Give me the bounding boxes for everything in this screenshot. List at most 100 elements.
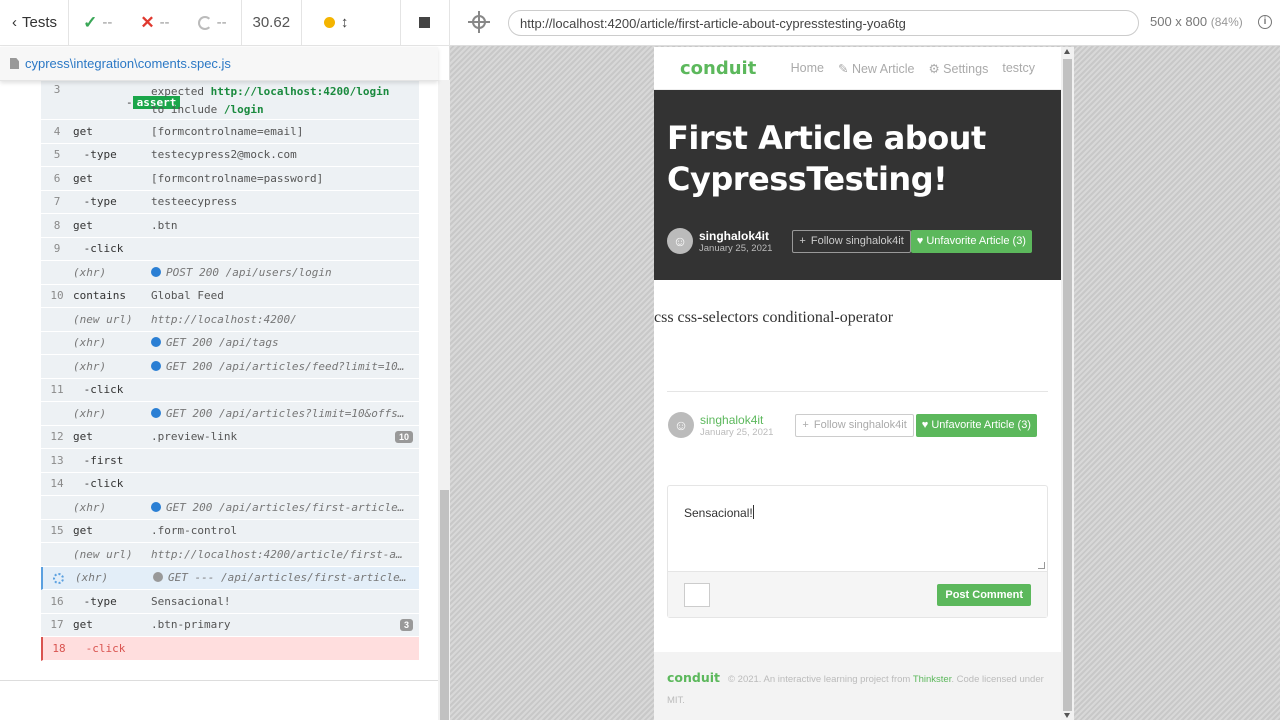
command-row[interactable]: (xhr) GET 200 /api/tags (41, 331, 419, 355)
app-scrollbar[interactable] (1061, 47, 1074, 720)
command-number: 8 (53, 218, 61, 232)
command-name: (xhr) (73, 265, 107, 279)
command-message: http://localhost:4200/article/first-ar… (151, 548, 419, 561)
command-row[interactable]: 6 get [formcontrolname=password] (41, 167, 419, 191)
unfavorite-button[interactable]: ♥ Unfavorite Article (3) (910, 229, 1032, 253)
follow-button[interactable]: + Follow singhalok4it (792, 229, 911, 253)
plus-icon: + (799, 235, 806, 247)
thinkster-link[interactable]: Thinkster (913, 674, 952, 685)
tests-button[interactable]: ‹ Tests (0, 0, 70, 46)
passed-count: -- (102, 14, 113, 31)
command-number: 6 (53, 171, 61, 185)
scroll-down-icon[interactable] (1064, 713, 1070, 718)
command-name: (new url) (73, 312, 133, 326)
post-comment-button[interactable]: Post Comment (937, 583, 1031, 606)
command-name: get (73, 171, 93, 185)
command-message: .form-control (151, 524, 419, 537)
aut-header: http://localhost:4200/article/first-arti… (450, 0, 1280, 46)
command-message-text: testeecypress (151, 195, 238, 209)
assert-pre: expected (151, 85, 211, 98)
command-row[interactable]: (xhr) GET 200 /api/articles/feed?limit=10… (41, 355, 419, 379)
command-message-text: http://localhost:4200/ (151, 312, 297, 326)
heart-icon: ♥ (916, 235, 924, 247)
command-row[interactable]: (xhr) GET 200 /api/articles/first-article… (41, 496, 419, 520)
spec-path[interactable]: cypress\integration\coments.spec.js (25, 56, 231, 71)
assert-mid: to include (151, 103, 224, 116)
auto-scroll-icon[interactable]: ↕ (341, 14, 349, 31)
follow-button[interactable]: + Follow singhalok4it (795, 413, 914, 437)
command-row[interactable]: (new url) http://localhost:4200/ (41, 308, 419, 332)
avatar[interactable]: ☺ (668, 412, 694, 438)
author-link[interactable]: singhalok4it (700, 413, 773, 427)
pending-count: -- (216, 14, 227, 31)
command-message-text: GET 200 /api/articles/feed?limit=10&… (166, 359, 412, 373)
command-row[interactable]: 10 contains Global Feed (41, 284, 419, 308)
command-row[interactable]: 7 -type testeecypress (41, 190, 419, 214)
running-indicator-icon (323, 17, 335, 28)
nav-user[interactable]: testcy (1002, 61, 1035, 75)
command-message-text: GET 200 /api/articles?limit=10&offse… (166, 406, 412, 420)
author-info: singhalok4it January 25, 2021 (699, 229, 772, 254)
command-row[interactable]: (xhr) POST 200 /api/users/login (41, 261, 419, 285)
command-row[interactable]: 16 -type Sensacional! (41, 590, 419, 614)
command-row[interactable]: (xhr) GET 200 /api/articles?limit=10&offs… (41, 402, 419, 426)
comment-textarea[interactable]: Sensacional! (668, 486, 1047, 572)
command-row[interactable]: 9 -click (41, 237, 419, 261)
command-name: -click (77, 383, 124, 397)
command-number: 17 (50, 618, 64, 632)
user-avatar-image (684, 582, 710, 607)
command-name: (xhr) (73, 336, 107, 350)
command-row[interactable]: (new url) http://localhost:4200/article/f… (41, 543, 419, 567)
command-message-text: .btn (151, 218, 178, 232)
nav-settings[interactable]: ⚙ Settings (928, 61, 988, 76)
command-message-text: .form-control (151, 524, 238, 538)
command-row[interactable]: 5 -type testecypress2@mock.com (41, 143, 419, 167)
command-row[interactable]: 15 get .form-control (41, 519, 419, 543)
url-display[interactable]: http://localhost:4200/article/first-arti… (508, 10, 1139, 36)
article-date: January 25, 2021 (699, 242, 773, 254)
info-icon[interactable]: i (1258, 15, 1272, 29)
failed-count: -- (159, 14, 170, 31)
command-row[interactable]: 14 -click (41, 472, 419, 496)
avatar[interactable]: ☺ (667, 228, 693, 254)
resize-handle[interactable] (1038, 562, 1045, 569)
command-row[interactable]: 18 -click (41, 637, 419, 661)
author-link[interactable]: singhalok4it (699, 229, 772, 243)
auto-scroll-controls[interactable]: ↕ (302, 0, 401, 46)
command-row[interactable]: 8 get .btn (41, 214, 419, 238)
stop-icon (419, 17, 431, 28)
command-row[interactable]: 13 -first (41, 449, 419, 473)
brand-logo[interactable]: conduit (680, 58, 756, 79)
command-number: 5 (53, 148, 61, 162)
command-row[interactable]: 11 -click (41, 378, 419, 402)
selector-playground-icon[interactable] (468, 11, 490, 33)
plus-icon: + (802, 419, 809, 431)
unfavorite-label: Unfavorite Article (3) (931, 419, 1031, 431)
xhr-status-icon (153, 572, 163, 583)
stop-button[interactable] (401, 0, 451, 46)
command-number: 18 (52, 641, 66, 655)
command-row[interactable]: 12 get .preview-link 10 (41, 425, 419, 449)
command-message-text: Global Feed (151, 289, 224, 303)
spec-file-bar[interactable]: cypress\integration\coments.spec.js (0, 47, 438, 81)
unfavorite-button[interactable]: ♥ Unfavorite Article (3) (915, 413, 1037, 437)
command-message: POST 200 /api/users/login (151, 266, 419, 279)
reporter-scroll-thumb[interactable] (440, 490, 449, 720)
comment-text: Sensacional! (684, 506, 753, 520)
command-row[interactable]: (xhr) GET --- /api/articles/first-article… (41, 566, 419, 590)
nav-new-article[interactable]: ✎ New Article (838, 61, 915, 76)
footer-logo[interactable]: conduit (667, 670, 720, 685)
app-scroll-thumb[interactable] (1063, 59, 1072, 711)
command-row-assert[interactable]: 3 - assert expected http://localhost:4200… (41, 80, 419, 120)
viewport-scale: (84%) (1210, 15, 1243, 29)
command-row[interactable]: 4 get [formcontrolname=email] (41, 120, 419, 144)
nav-home[interactable]: Home (791, 61, 824, 75)
command-row[interactable]: 17 get .btn-primary 3 (41, 613, 419, 637)
scroll-up-icon[interactable] (1064, 49, 1070, 54)
command-message-text: Sensacional! (151, 594, 231, 608)
command-log: 3 - assert expected http://localhost:4200… (41, 80, 419, 664)
heart-icon: ♥ (921, 419, 929, 431)
command-name: -type (77, 594, 117, 608)
check-icon: ✓ (83, 12, 98, 32)
cypress-reporter: ‹ Tests ✓ -- ✕ -- -- 30.62 ↕ cypress\int… (0, 0, 451, 720)
